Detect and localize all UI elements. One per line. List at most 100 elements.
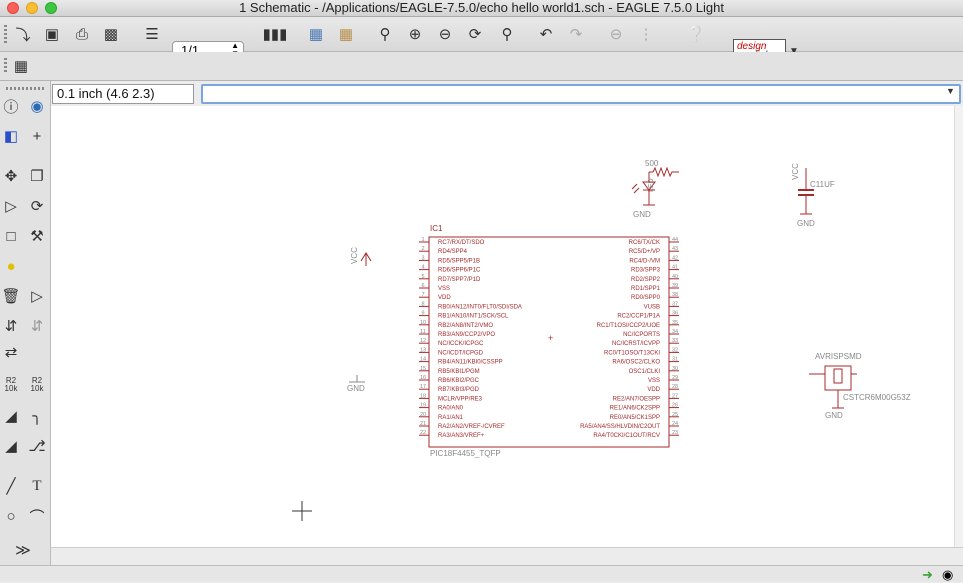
ic-pin-number: 21 [420, 421, 426, 427]
ic-pin[interactable]: 9 RB1/AN10/INT1/SCK/SCL [419, 311, 509, 320]
save-icon[interactable]: ▣ [41, 23, 63, 45]
resonator-body[interactable] [824, 365, 852, 391]
ic-pin[interactable]: 8 RB0/AN12/INT0/FLT0/SDI/SDA [419, 301, 522, 310]
stop-icon[interactable]: ⊖ [605, 23, 627, 45]
help-icon[interactable]: ❔ [685, 23, 707, 45]
redraw-icon[interactable]: ⟳ [464, 23, 486, 45]
horizontal-scrollbar[interactable] [51, 547, 963, 566]
delete-icon[interactable]: 🗑 [0, 285, 22, 307]
split-icon[interactable]: ◢ [0, 435, 22, 457]
zoom-out-icon[interactable]: ⊖ [434, 23, 456, 45]
ic-pin[interactable]: 20 RA1/AN1 [419, 412, 464, 421]
ic-pin[interactable]: 43 RC5/D+/VP [629, 246, 679, 255]
ic-pin[interactable]: 16 RB6/KBI2/PGC [419, 375, 480, 384]
name-tool[interactable]: R2 10k [0, 374, 22, 396]
board-icon[interactable]: ▦ [335, 23, 357, 45]
ic-pin-number: 18 [420, 393, 426, 399]
ic-pin-label: RB6/KBI2/PGC [438, 378, 480, 384]
ic-pin[interactable]: 7 VDD [419, 292, 451, 301]
zoom-select-icon[interactable]: ⚲ [496, 23, 518, 45]
grid-icon[interactable]: ▦ [10, 55, 32, 77]
more-tools-chevron-icon[interactable]: ≫ [12, 539, 34, 561]
mirror-icon[interactable]: ▷ [0, 195, 22, 217]
zoom-in-icon[interactable]: ⊕ [404, 23, 426, 45]
info-icon[interactable]: ⓘ [0, 95, 22, 117]
ic-pin[interactable]: 38 RD0/SPP0 [631, 292, 679, 301]
ic-pin[interactable]: 2 RD4/SPP4 [419, 246, 468, 255]
paste-icon[interactable]: ● [0, 255, 22, 277]
pinswap-icon[interactable]: ⇵ [0, 315, 22, 337]
ic-pin[interactable]: 10 RB2/AN8/INT2/VMO [419, 320, 493, 329]
zoom-to-fit-icon[interactable]: ⚲ [374, 23, 396, 45]
toolbar2-grip[interactable] [4, 58, 7, 74]
circle-icon[interactable]: ○ [0, 505, 22, 527]
smash-icon[interactable]: ◢ [0, 405, 22, 427]
ic-pin[interactable]: 6 VSS [419, 283, 450, 292]
redo-icon[interactable]: ↷ [565, 23, 587, 45]
command-history-dropdown-icon[interactable]: ▼ [946, 86, 955, 96]
toolbar-grip[interactable] [4, 25, 7, 43]
add-icon[interactable]: ▷ [26, 285, 48, 307]
ic-pin[interactable]: 39 RD1/SPP1 [631, 283, 679, 292]
undo-icon[interactable]: ↶ [535, 23, 557, 45]
palette-grip[interactable] [6, 87, 44, 90]
ic-pin[interactable]: 42 RC4/D-/VM [629, 255, 679, 264]
ic-pin[interactable]: 32 RC0/T1OSO/T13CKI [604, 347, 679, 356]
open-icon[interactable]: ⤵ [12, 23, 34, 45]
ic-pin[interactable]: 37 VUSB [644, 301, 679, 310]
schematic-board-switch-icon[interactable]: ▦ [305, 23, 327, 45]
cam-processor-icon[interactable]: ▩ [100, 23, 122, 45]
miter-icon[interactable]: ╮ [26, 405, 48, 427]
wire-icon[interactable]: ╱ [0, 475, 22, 497]
gateswap-icon[interactable]: ⇵ [26, 315, 48, 337]
ic-pin[interactable]: 21 RA2/AN2/VREF-/CVREF [419, 421, 505, 430]
schematic-canvas[interactable]: IC1 1 RC7/RX/DT/SDO 2 RD4/SPP4 3 RD5/SPP5/P1B… [51, 106, 954, 547]
arc-icon[interactable]: ⌒ [26, 505, 48, 527]
layer-settings-icon[interactable]: ▮▮▮ [263, 23, 288, 45]
ic-pin[interactable]: 5 RD7/SPP7/P1D [419, 274, 481, 283]
ic-pin[interactable]: 36 RC2/CCP1/P1A [617, 311, 679, 320]
text-icon[interactable]: T [26, 475, 48, 497]
command-line-input[interactable] [201, 84, 961, 104]
ic-pin[interactable]: 40 RD2/SPP2 [631, 274, 679, 283]
ic-pin[interactable]: 4 RD6/SPP6/P1C [419, 265, 481, 274]
rotate-icon[interactable]: ⟳ [26, 195, 48, 217]
move-icon[interactable]: ✥ [0, 165, 22, 187]
ic-pin-number: 33 [672, 338, 678, 344]
vertical-scrollbar[interactable] [954, 106, 963, 547]
value-tool[interactable]: R2 10k [26, 374, 48, 396]
ic-pin-number: 13 [420, 347, 426, 353]
ic-pin[interactable]: 29 VSS [648, 375, 679, 384]
main-toolbar: ⤵ ▣ ⎙ ▩ ☰ 1/1 ▲▼ ▮▮▮ ▦ ▦ ⚲ ⊕ ⊖ ⟳ ⚲ ↶ ↷ ⊖… [0, 17, 963, 62]
mark-icon[interactable]: + [26, 125, 48, 147]
ic-pin[interactable]: 23 RA4/T0CKI/C1OUT/RCV [593, 430, 679, 439]
print-icon[interactable]: ⎙ [71, 23, 93, 45]
grid-toolbar: ▦ [0, 52, 963, 81]
ic-pin[interactable]: 41 RD3/SPP3 [631, 265, 679, 274]
ic-pin[interactable]: 28 VDD [647, 384, 679, 393]
display-icon[interactable]: ◧ [0, 125, 22, 147]
ic-pin[interactable]: 19 RA0/AN0 [419, 403, 464, 412]
ic-pin[interactable]: 30 OSC1/CLKI [629, 366, 679, 375]
copy-icon[interactable]: ❐ [26, 165, 48, 187]
group-icon[interactable]: □ [0, 225, 22, 247]
ic-pin-number: 32 [672, 347, 678, 353]
ic-pin[interactable]: 35 RC1/T1OSI/CCP2/UOE [597, 320, 679, 329]
ic-pin[interactable]: 15 RB5/KBI1/PGM [419, 366, 480, 375]
go-icon[interactable]: ⋮ [635, 23, 657, 45]
change-icon[interactable]: ⚒ [26, 225, 48, 247]
use-library-icon[interactable]: ☰ [141, 23, 163, 45]
invoke-icon[interactable]: ⎇ [26, 435, 48, 457]
show-icon[interactable]: ◉ [26, 95, 48, 117]
replace-icon[interactable]: ⇄ [0, 341, 22, 363]
ic-pin[interactable]: 44 RC6/TX/CK [629, 237, 679, 246]
ic-pin[interactable]: 24 RA5/AN4/SS/HLVDIN/C2OUT [580, 421, 679, 430]
ic-pin[interactable]: 34 NC/ICPORTS [623, 329, 679, 338]
ic-pin[interactable]: 3 RD5/SPP5/P1B [419, 255, 480, 264]
ic-pin-number: 26 [672, 403, 678, 409]
ic-pin-label: RB1/AN10/INT1/SCK/SCL [438, 314, 509, 320]
ic-pin[interactable]: 11 RB3/AN9/CCP2/VPO [419, 329, 495, 338]
ic-pin[interactable]: 17 RB7/KBI3/PGD [419, 384, 480, 393]
ic-pin[interactable]: 14 RB4/AN11/KBI0/CSSPP [419, 357, 503, 366]
resistor-symbol[interactable] [649, 166, 679, 178]
